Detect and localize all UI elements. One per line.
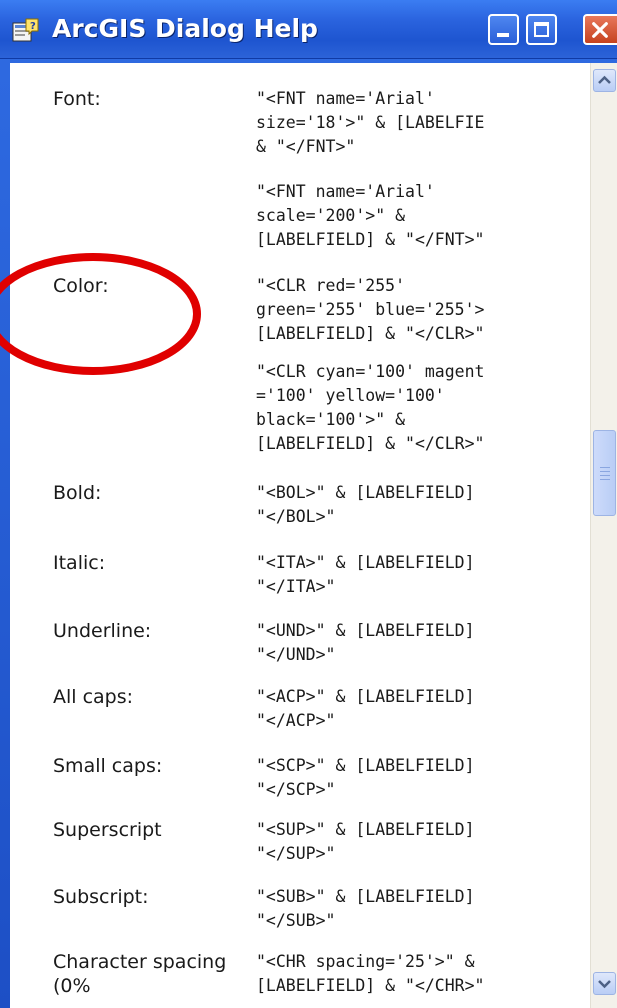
window-title: ArcGIS Dialog Help	[52, 14, 318, 43]
minimize-button[interactable]	[488, 14, 519, 45]
code-line: "</SUP>"	[256, 844, 336, 863]
code-line: "<BOL>" & [LABELFIELD]	[256, 483, 475, 502]
row-label-underline: Underline:	[53, 620, 152, 642]
code-line: scale='200'>" &	[256, 206, 406, 225]
vertical-scrollbar[interactable]	[590, 63, 617, 1008]
grip-line	[600, 479, 610, 480]
code-line: green='255' blue='255'>	[256, 300, 485, 319]
maximize-button[interactable]	[526, 14, 557, 45]
row-code-superscript: "<SUP>" & [LABELFIELD] "</SUP>"	[256, 818, 590, 866]
chevron-down-icon	[598, 980, 611, 989]
code-line: [LABELFIELD] & "</CLR>"	[256, 434, 485, 453]
row-label-subscript: Subscript:	[53, 886, 149, 908]
maximize-icon	[534, 22, 549, 37]
code-line: [LABELFIELD] & "</FNT>"	[256, 230, 485, 249]
code-line: black='100'>" &	[256, 410, 406, 429]
row-code-bold: "<BOL>" & [LABELFIELD] "</BOL>"	[256, 481, 590, 529]
help-window: ? ArcGIS Dialog Help Font: "<FNT name='A…	[0, 0, 617, 1008]
code-line: "<SUB>" & [LABELFIELD]	[256, 887, 475, 906]
row-code-underline: "<UND>" & [LABELFIELD] "</UND>"	[256, 619, 590, 667]
grip-line	[600, 471, 610, 472]
code-line: "<SCP>" & [LABELFIELD]	[256, 756, 475, 775]
row-code-color-cmyk: "<CLR cyan='100' magent ='100' yellow='1…	[256, 360, 590, 456]
code-line: "<CLR cyan='100' magent	[256, 362, 485, 381]
row-code-font: "<FNT name='Arial' size='18'>" & [LABELF…	[256, 87, 590, 159]
grip-line	[600, 475, 610, 476]
code-line: "<ACP>" & [LABELFIELD]	[256, 687, 475, 706]
scroll-thumb[interactable]	[593, 430, 616, 516]
code-line: & "</FNT>"	[256, 137, 356, 156]
help-content-pane[interactable]: Font: "<FNT name='Arial' size='18'>" & […	[10, 63, 590, 1008]
code-line: "</SUB>"	[256, 911, 336, 930]
row-label-bold: Bold:	[53, 482, 102, 504]
row-label-character-spacing: Character spacing (0%	[53, 951, 227, 997]
code-line: "<UND>" & [LABELFIELD]	[256, 621, 475, 640]
row-code-font-scale: "<FNT name='Arial' scale='200'>" & [LABE…	[256, 180, 590, 252]
title-bar[interactable]: ? ArcGIS Dialog Help	[0, 0, 617, 59]
code-line: "</SCP>"	[256, 780, 336, 799]
code-line: "<ITA>" & [LABELFIELD]	[256, 553, 475, 572]
close-button[interactable]	[583, 14, 617, 45]
code-line: [LABELFIELD] & "</CHR>"	[256, 976, 485, 995]
code-line: "</ACP>"	[256, 711, 336, 730]
row-code-all-caps: "<ACP>" & [LABELFIELD] "</ACP>"	[256, 685, 590, 733]
row-code-color-rgb: "<CLR red='255' green='255' blue='255'> …	[256, 274, 590, 346]
minimize-icon	[497, 33, 509, 37]
scroll-up-button[interactable]	[593, 69, 616, 92]
code-line: "<FNT name='Arial'	[256, 182, 435, 201]
code-line: "</UND>"	[256, 645, 336, 664]
svg-text:?: ?	[30, 21, 36, 32]
row-label-all-caps: All caps:	[53, 686, 134, 708]
row-code-italic: "<ITA>" & [LABELFIELD] "</ITA>"	[256, 551, 590, 599]
row-label-superscript: Superscript	[53, 819, 162, 841]
row-code-character-spacing: "<CHR spacing='25'>" & [LABELFIELD] & "<…	[256, 950, 590, 998]
code-line: "<CHR spacing='25'>" &	[256, 952, 475, 971]
code-line: ='100' yellow='100'	[256, 386, 445, 405]
row-label-font: Font:	[53, 88, 101, 110]
row-label-small-caps: Small caps:	[53, 755, 163, 777]
code-line: size='18'>" & [LABELFIE	[256, 113, 485, 132]
row-code-subscript: "<SUB>" & [LABELFIELD] "</SUB>"	[256, 885, 590, 933]
row-label-italic: Italic:	[53, 552, 106, 574]
close-icon	[592, 22, 608, 38]
code-line: "</BOL>"	[256, 507, 336, 526]
code-line: "<FNT name='Arial'	[256, 89, 435, 108]
code-line: "<CLR red='255'	[256, 276, 406, 295]
code-line: "</ITA>"	[256, 577, 336, 596]
row-code-small-caps: "<SCP>" & [LABELFIELD] "</SCP>"	[256, 754, 590, 802]
help-book-icon: ?	[12, 18, 39, 42]
red-ellipse-annotation	[0, 253, 201, 375]
code-line: [LABELFIELD] & "</CLR>"	[256, 324, 485, 343]
code-line: "<SUP>" & [LABELFIELD]	[256, 820, 475, 839]
scroll-down-button[interactable]	[593, 972, 616, 995]
chevron-up-icon	[598, 75, 611, 84]
grip-line	[600, 467, 610, 468]
